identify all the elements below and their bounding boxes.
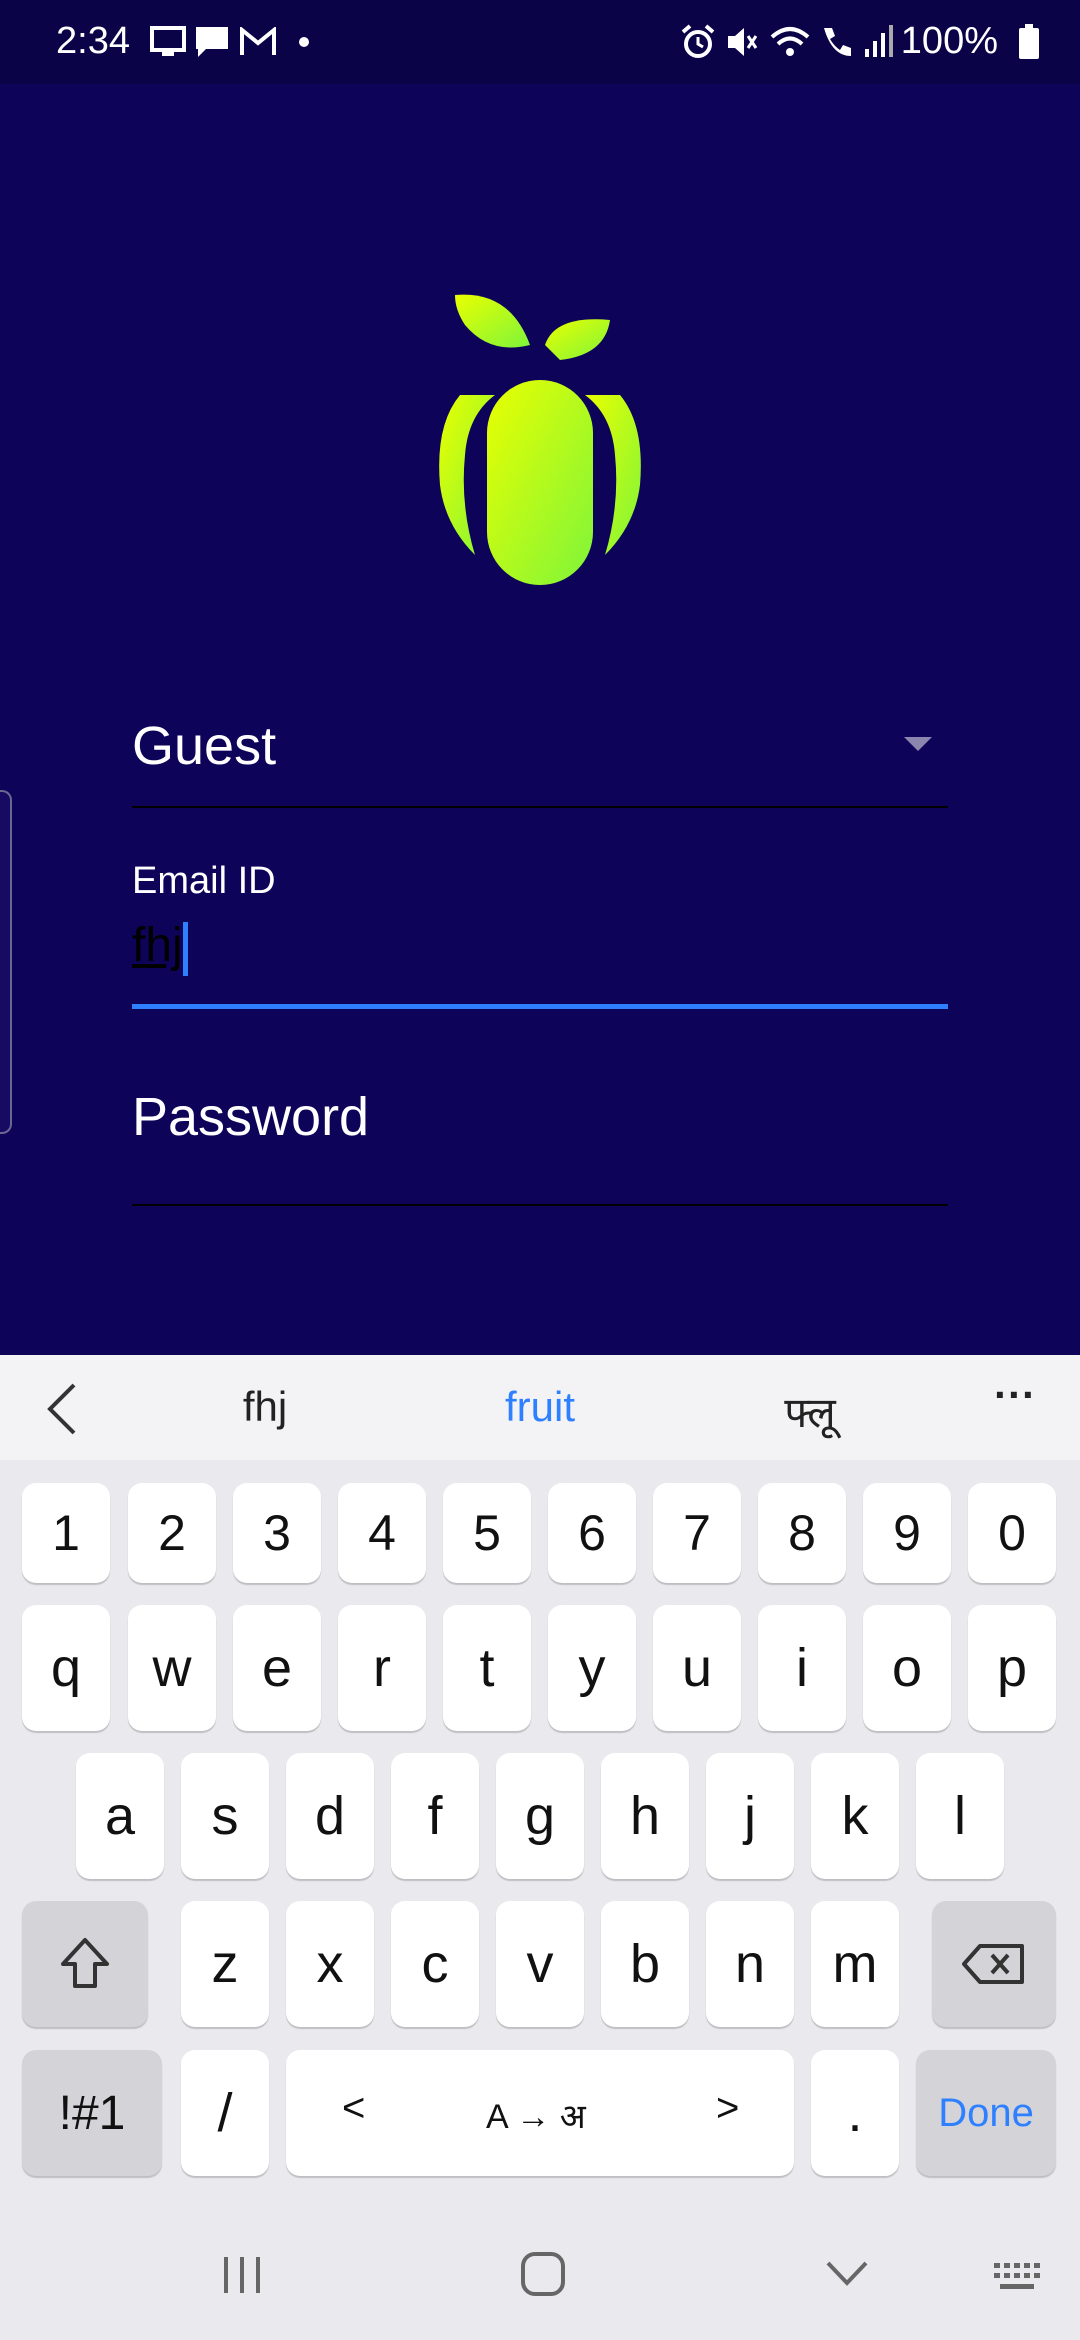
password-input[interactable]: Password — [132, 1086, 369, 1148]
key-v[interactable]: v — [496, 1901, 584, 2027]
key-d[interactable]: d — [286, 1753, 374, 1879]
email-label: Email ID — [132, 860, 276, 902]
key-m[interactable]: m — [811, 1901, 899, 2027]
period-key[interactable]: . — [811, 2050, 899, 2176]
alarm-icon — [678, 20, 718, 64]
key-1[interactable]: 1 — [22, 1483, 110, 1583]
language-switch-label: A → अ — [486, 2098, 586, 2136]
key-r[interactable]: r — [338, 1605, 426, 1731]
dropdown-arrow-icon[interactable] — [904, 737, 932, 751]
password-input-underline — [132, 1204, 948, 1206]
soft-keyboard: fhj fruit फ्लू ··· 1 2 3 4 5 6 7 8 9 0 q… — [0, 1355, 1080, 2340]
key-c[interactable]: c — [391, 1901, 479, 2027]
email-input[interactable]: fhj — [132, 918, 183, 973]
mute-icon — [722, 20, 762, 64]
key-x[interactable]: x — [286, 1901, 374, 2027]
key-h[interactable]: h — [601, 1753, 689, 1879]
role-dropdown[interactable]: Guest — [132, 715, 276, 777]
key-2[interactable]: 2 — [128, 1483, 216, 1583]
key-5[interactable]: 5 — [443, 1483, 531, 1583]
more-options-icon[interactable]: ··· — [975, 1371, 1055, 1419]
wifi-icon — [768, 20, 812, 64]
key-p[interactable]: p — [968, 1605, 1056, 1731]
gmail-icon — [236, 20, 280, 64]
key-n[interactable]: n — [706, 1901, 794, 2027]
key-3[interactable]: 3 — [233, 1483, 321, 1583]
key-9[interactable]: 9 — [863, 1483, 951, 1583]
suggestion-2[interactable]: fruit — [470, 1383, 610, 1431]
app-logo — [439, 294, 641, 585]
done-key[interactable]: Done — [916, 2050, 1056, 2176]
cursor-right-icon[interactable]: > — [716, 2086, 739, 2131]
key-o[interactable]: o — [863, 1605, 951, 1731]
keyboard-hide-icon[interactable] — [992, 2259, 1044, 2300]
cursor-left-icon[interactable]: < — [342, 2086, 365, 2131]
key-s[interactable]: s — [181, 1753, 269, 1879]
key-7[interactable]: 7 — [653, 1483, 741, 1583]
role-dropdown-underline — [132, 806, 948, 808]
chat-icon — [192, 20, 232, 64]
key-t[interactable]: t — [443, 1605, 531, 1731]
key-w[interactable]: w — [128, 1605, 216, 1731]
key-0[interactable]: 0 — [968, 1483, 1056, 1583]
key-f[interactable]: f — [391, 1753, 479, 1879]
battery-icon — [1014, 20, 1044, 64]
key-8[interactable]: 8 — [758, 1483, 846, 1583]
key-j[interactable]: j — [706, 1753, 794, 1879]
dot-icon — [294, 20, 314, 64]
text-cursor — [183, 922, 188, 976]
key-4[interactable]: 4 — [338, 1483, 426, 1583]
shift-key[interactable] — [22, 1901, 148, 2027]
key-g[interactable]: g — [496, 1753, 584, 1879]
space-bar[interactable]: < A → अ > — [286, 2050, 794, 2176]
key-z[interactable]: z — [181, 1901, 269, 2027]
suggestion-bar: fhj fruit फ्लू ··· — [0, 1355, 1080, 1460]
key-y[interactable]: y — [548, 1605, 636, 1731]
back-icon[interactable] — [824, 2255, 870, 2296]
key-6[interactable]: 6 — [548, 1483, 636, 1583]
monitor-icon — [148, 20, 188, 64]
key-q[interactable]: q — [22, 1605, 110, 1731]
shift-icon — [61, 1938, 109, 1988]
backspace-key[interactable] — [932, 1901, 1056, 2027]
key-u[interactable]: u — [653, 1605, 741, 1731]
battery-percentage: 100% — [900, 20, 998, 62]
symbols-key[interactable]: !#1 — [22, 2050, 162, 2176]
key-l[interactable]: l — [916, 1753, 1004, 1879]
call-icon — [816, 20, 860, 64]
signal-icon — [862, 20, 894, 64]
key-b[interactable]: b — [601, 1901, 689, 2027]
key-k[interactable]: k — [811, 1753, 899, 1879]
recents-icon[interactable] — [220, 2255, 264, 2300]
home-icon[interactable] — [520, 2251, 566, 2302]
edge-panel-handle[interactable] — [0, 790, 12, 1134]
suggestion-1[interactable]: fhj — [200, 1383, 330, 1431]
email-input-underline — [132, 1004, 948, 1009]
backspace-icon — [962, 1944, 1024, 1984]
slash-key[interactable]: / — [181, 2050, 269, 2176]
status-time: 2:34 — [56, 20, 130, 62]
suggestion-3[interactable]: फ्लू — [740, 1383, 880, 1440]
key-i[interactable]: i — [758, 1605, 846, 1731]
key-a[interactable]: a — [76, 1753, 164, 1879]
collapse-toolbar-icon[interactable] — [44, 1381, 80, 1442]
key-e[interactable]: e — [233, 1605, 321, 1731]
